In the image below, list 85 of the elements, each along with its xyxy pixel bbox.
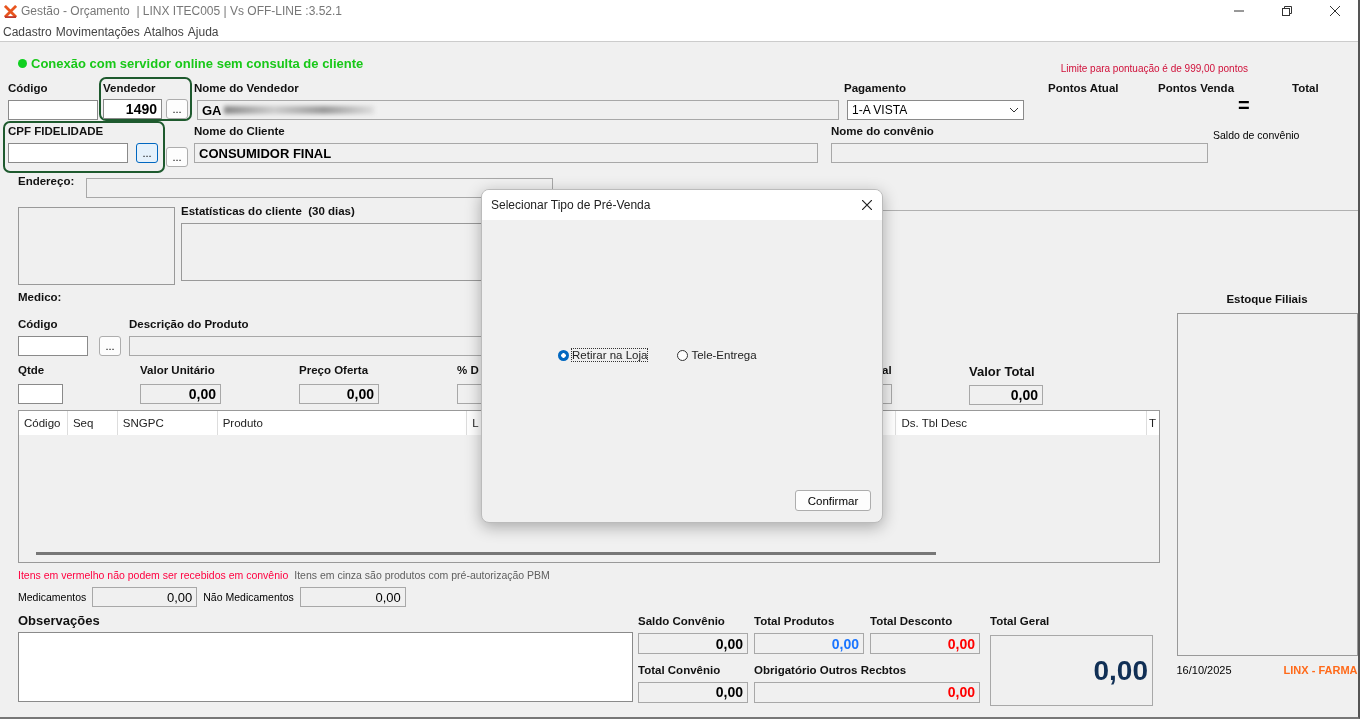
field-label: Código bbox=[18, 318, 58, 332]
connection-status: Conexão com servidor online sem consulta de cliente bbox=[31, 56, 364, 71]
code-field[interactable] bbox=[8, 100, 98, 120]
section-label: Estatísticas do cliente (30 dias) bbox=[181, 205, 355, 219]
client-name-field: CONSUMIDOR FINAL bbox=[194, 143, 818, 163]
field-label: Pagamento bbox=[844, 82, 906, 96]
non-medicines-field: 0,00 bbox=[299, 587, 406, 607]
cpf-field[interactable] bbox=[8, 143, 128, 163]
field-label: Obrigatório Outros Recbtos bbox=[754, 663, 907, 678]
points-limit-text: Limite para pontuação é de 999,00 pontos bbox=[1060, 63, 1248, 74]
menu-item[interactable]: Atalhos bbox=[143, 24, 184, 39]
date-text: 16/10/2025 bbox=[1176, 664, 1232, 676]
seller-code-field[interactable]: 1490 bbox=[103, 99, 162, 119]
total-field: 0,00 bbox=[754, 681, 980, 703]
field-label: Vendedor bbox=[103, 82, 156, 96]
field-label: Total Geral bbox=[990, 615, 1050, 629]
column-header[interactable]: SNGPC bbox=[117, 411, 218, 435]
dialog-title: Selecionar Tipo de Pré-Venda bbox=[491, 198, 651, 212]
field-label: Total Convênio bbox=[638, 663, 721, 678]
unit-price-field: 0,00 bbox=[140, 384, 221, 404]
section-label: Estoque Filiais bbox=[1226, 293, 1308, 307]
confirm-button[interactable]: Confirmar bbox=[795, 490, 871, 511]
total-field: 0,00 bbox=[638, 681, 748, 703]
product-code-field[interactable] bbox=[18, 336, 88, 356]
notes-textarea[interactable] bbox=[18, 632, 633, 702]
field-label: Total Desconto bbox=[870, 615, 953, 629]
column-header[interactable]: Produto bbox=[217, 411, 468, 435]
radio-label[interactable]: Retirar na Loja bbox=[572, 349, 648, 361]
grand-total-field: 0,00 bbox=[990, 635, 1153, 706]
brand-text: LINX - FARMA bbox=[1283, 664, 1358, 676]
field-label: Saldo Convênio bbox=[638, 615, 725, 629]
field-label: Medico: bbox=[18, 291, 62, 305]
field-label: Código bbox=[8, 82, 48, 96]
field-label: Valor Unitário bbox=[140, 364, 215, 378]
total-field: 0,00 bbox=[754, 633, 864, 654]
field-label: Qtde bbox=[18, 364, 45, 378]
field-label: % D bbox=[457, 364, 479, 378]
field-label: Valor Total bbox=[969, 364, 1035, 380]
restore-icon[interactable] bbox=[1282, 6, 1292, 16]
field-label: Preço Oferta bbox=[299, 364, 369, 378]
lookup-button[interactable]: ... bbox=[136, 143, 158, 163]
field-label: Descrição do Produto bbox=[129, 318, 249, 332]
lookup-button[interactable]: ... bbox=[99, 336, 121, 356]
field-label: CPF FIDELIDADE bbox=[8, 125, 104, 139]
menu-item[interactable]: Ajuda bbox=[187, 24, 219, 39]
field-label: Não Medicamentos bbox=[203, 591, 294, 603]
radio-button[interactable] bbox=[677, 349, 689, 361]
radio-label[interactable]: Tele-Entrega bbox=[691, 349, 757, 361]
note-text: Itens em cinza são produtos com pré-autorização PBM bbox=[294, 569, 550, 581]
column-label: Total bbox=[1292, 82, 1319, 96]
close-icon[interactable] bbox=[862, 200, 872, 210]
lookup-button[interactable]: ... bbox=[166, 147, 188, 167]
seller-name-field: GA bbox=[197, 100, 839, 120]
total-value-field: 0,00 bbox=[969, 385, 1043, 405]
total-field: 0,00 bbox=[870, 633, 980, 654]
field-label: Total Produtos bbox=[754, 615, 835, 629]
radio-button[interactable] bbox=[558, 349, 569, 361]
payment-dropdown[interactable]: 1-A VISTA bbox=[847, 100, 1024, 120]
total-field: 0,00 bbox=[638, 633, 748, 654]
menu-item[interactable]: Movimentações bbox=[55, 24, 140, 39]
field-label: Nome do convênio bbox=[831, 125, 934, 139]
field-label: Nome do Cliente bbox=[194, 125, 285, 139]
equals-sign: = bbox=[1238, 97, 1251, 113]
lookup-button[interactable]: ... bbox=[166, 99, 188, 119]
quantity-field[interactable] bbox=[18, 384, 63, 404]
medicines-field: 0,00 bbox=[92, 587, 198, 607]
column-header[interactable]: Código bbox=[19, 411, 68, 435]
close-icon[interactable] bbox=[1330, 6, 1340, 16]
scrollbar[interactable] bbox=[36, 552, 936, 555]
section-label: Observações bbox=[18, 613, 100, 629]
column-header[interactable]: T bbox=[1147, 411, 1159, 435]
window-title: Gestão - Orçamento | LINX ITEC005 | Vs OFF-LINE :3.52.1 bbox=[21, 4, 343, 18]
field-label: Nome do Vendedor bbox=[194, 82, 299, 96]
agreement-balance-label: Saldo de convênio bbox=[1213, 129, 1300, 141]
field-label: Endereço: bbox=[18, 175, 75, 189]
app-logo-icon bbox=[4, 4, 17, 18]
column-header[interactable]: Seq bbox=[67, 411, 118, 435]
offer-price-field: 0,00 bbox=[299, 384, 379, 404]
column-label: Pontos Atual bbox=[1048, 82, 1120, 96]
note-text: Itens em vermelho não podem ser recebidos em convênio bbox=[18, 569, 289, 581]
chevron-down-icon bbox=[1009, 107, 1019, 113]
column-header[interactable]: Ds. Tbl Desc bbox=[896, 411, 1148, 435]
column-label: Pontos Venda bbox=[1158, 82, 1236, 96]
field-label: Medicamentos bbox=[18, 591, 87, 603]
menu-item[interactable]: Cadastro bbox=[3, 24, 52, 39]
